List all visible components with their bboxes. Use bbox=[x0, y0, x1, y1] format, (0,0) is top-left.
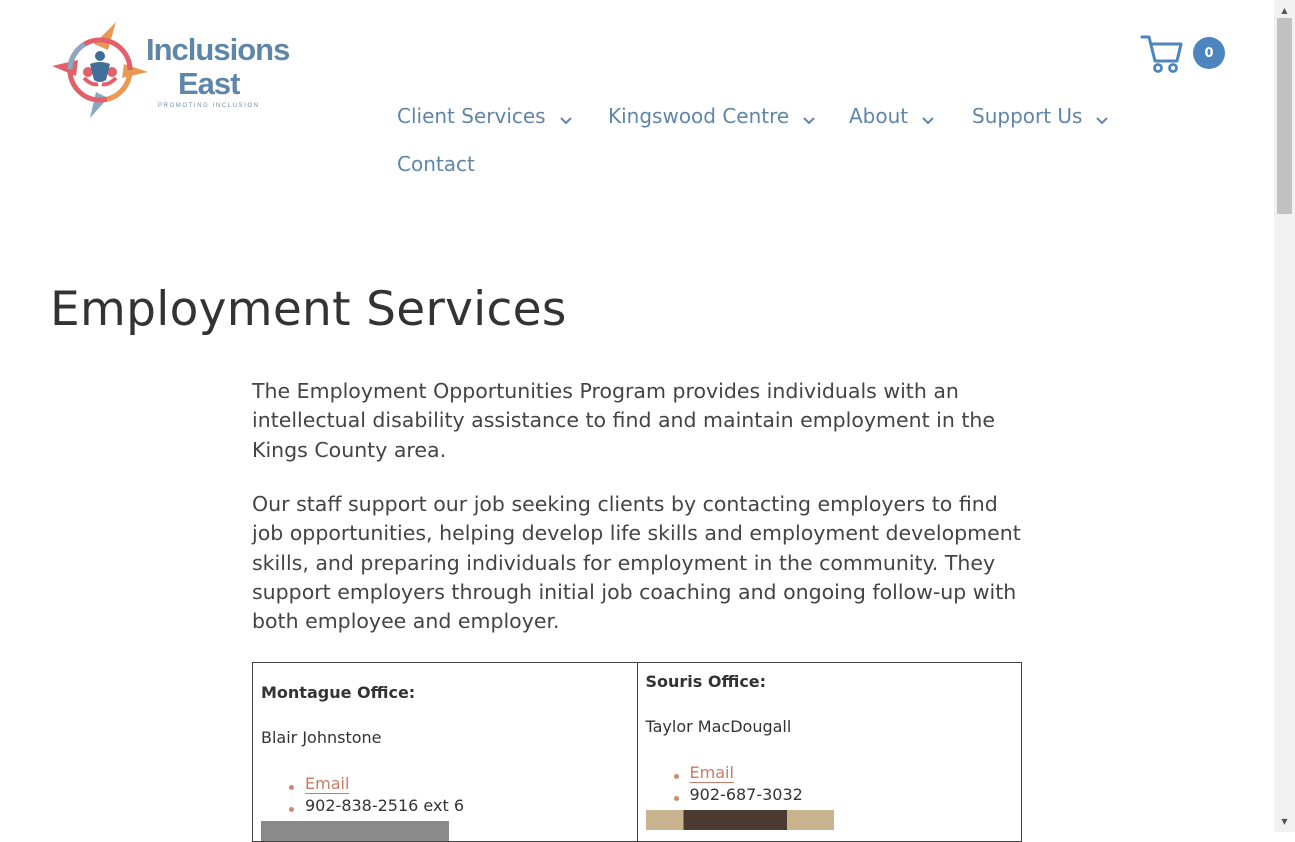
contact-list: Email 902-838-2516 ext 6 bbox=[261, 773, 629, 817]
chevron-down-icon bbox=[559, 106, 572, 130]
email-link[interactable]: Email bbox=[690, 763, 734, 782]
cart-icon bbox=[1140, 35, 1183, 73]
contact-list: Email 902-687-3032 bbox=[646, 762, 1014, 806]
page-title: Employment Services bbox=[50, 282, 567, 337]
nav-item-support-us[interactable]: Support Us bbox=[972, 104, 1109, 130]
nav-item-label: Contact bbox=[397, 152, 475, 176]
chevron-down-icon bbox=[803, 106, 815, 130]
nav-item-contact[interactable]: Contact bbox=[397, 152, 475, 176]
scroll-thumb[interactable] bbox=[1277, 18, 1292, 214]
staff-name: Taylor MacDougall bbox=[645, 717, 792, 736]
scroll-up-arrow-icon[interactable]: ▲ bbox=[1274, 2, 1295, 19]
logo-emblem-icon bbox=[52, 22, 148, 118]
email-link[interactable]: Email bbox=[305, 774, 349, 793]
intro-paragraph: The Employment Opportunities Program pro… bbox=[252, 379, 996, 462]
logo-wordmark-line2: East bbox=[178, 66, 240, 101]
souris-office-cell: Souris Office: Taylor MacDougall Email 9… bbox=[636, 662, 1022, 842]
offices-table: Montague Office: Blair Johnstone Email 9… bbox=[252, 662, 1022, 842]
list-item: Email bbox=[673, 762, 1014, 784]
chevron-down-icon bbox=[1096, 106, 1109, 130]
list-item: Email bbox=[289, 773, 629, 795]
site-logo[interactable]: Inclusions East PROMOTING INCLUSION bbox=[50, 20, 305, 120]
montague-office-cell: Montague Office: Blair Johnstone Email 9… bbox=[252, 662, 638, 842]
staff-photo bbox=[645, 810, 834, 830]
list-item: 902-687-3032 bbox=[673, 784, 1014, 806]
page-scrollbar[interactable]: ▲ ▼ bbox=[1274, 0, 1295, 832]
office-label: Montague Office: bbox=[261, 683, 416, 702]
logo-wordmark-line1: Inclusions bbox=[146, 32, 290, 67]
nav-item-label: Client Services bbox=[397, 104, 546, 128]
chevron-down-icon bbox=[922, 106, 934, 130]
nav-item-client-services[interactable]: Client Services bbox=[397, 104, 572, 130]
scroll-down-arrow-icon[interactable]: ▼ bbox=[1274, 813, 1295, 830]
nav-item-about[interactable]: About bbox=[849, 104, 934, 130]
cart-count-badge: 0 bbox=[1193, 37, 1225, 69]
staff-paragraph: Our staff support our job seeking client… bbox=[252, 492, 1021, 634]
nav-item-label: About bbox=[849, 104, 909, 128]
office-label: Souris Office: bbox=[645, 672, 767, 691]
nav-item-kingswood-centre[interactable]: Kingswood Centre bbox=[608, 104, 815, 130]
nav-item-label: Kingswood Centre bbox=[608, 104, 790, 128]
cart-button[interactable] bbox=[1140, 33, 1184, 75]
staff-name: Blair Johnstone bbox=[261, 728, 382, 747]
nav-item-label: Support Us bbox=[972, 104, 1083, 128]
staff-photo bbox=[261, 821, 449, 841]
list-item: 902-838-2516 ext 6 bbox=[289, 795, 629, 817]
logo-tagline: PROMOTING INCLUSION bbox=[158, 103, 260, 109]
